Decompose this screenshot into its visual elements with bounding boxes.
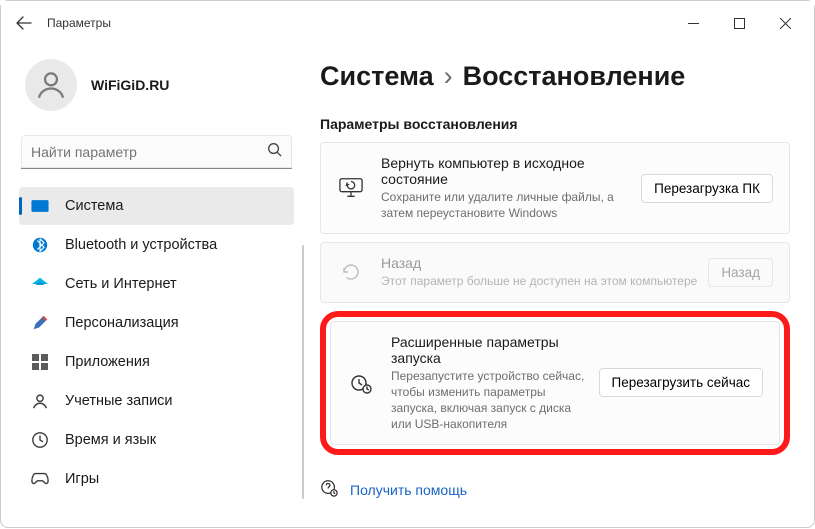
card-desc: Сохраните или удалите личные файлы, а за…	[381, 189, 631, 221]
apps-icon	[29, 351, 51, 373]
personalization-icon	[29, 312, 51, 334]
time-language-icon	[29, 429, 51, 451]
highlight-annotation: Расширенные параметры запуска Перезапуст…	[320, 311, 790, 456]
help-icon	[320, 479, 338, 500]
sidebar: WiFiGiD.RU Система Bluetooth и устройств…	[1, 45, 306, 529]
nav: Система Bluetooth и устройства Сеть и Ин…	[15, 187, 298, 498]
nav-item-accounts[interactable]: Учетные записи	[19, 382, 294, 420]
close-icon	[780, 18, 791, 29]
search-box[interactable]	[21, 135, 292, 169]
nav-label: Приложения	[65, 354, 150, 370]
nav-label: Bluetooth и устройства	[65, 237, 217, 253]
card-title: Назад	[381, 255, 698, 273]
close-button[interactable]	[762, 7, 808, 39]
nav-item-apps[interactable]: Приложения	[19, 343, 294, 381]
nav-item-time-language[interactable]: Время и язык	[19, 421, 294, 459]
main: Система › Восстановление Параметры восст…	[306, 45, 814, 529]
window-title: Параметры	[47, 16, 111, 30]
card-title: Вернуть компьютер в исходное состояние	[381, 155, 631, 189]
person-icon	[34, 68, 68, 102]
nav-item-network[interactable]: Сеть и Интернет	[19, 265, 294, 303]
nav-item-system[interactable]: Система	[19, 187, 294, 225]
nav-item-gaming[interactable]: Игры	[19, 460, 294, 498]
get-help-link[interactable]: Получить помощь	[320, 463, 790, 500]
card-desc: Перезапустите устройство сейчас, чтобы и…	[391, 368, 589, 433]
reset-pc-icon	[337, 174, 365, 202]
nav-item-personalization[interactable]: Персонализация	[19, 304, 294, 342]
profile[interactable]: WiFiGiD.RU	[15, 45, 298, 131]
restart-now-button[interactable]: Перезагрузить сейчас	[599, 368, 763, 397]
sidebar-scrollbar[interactable]	[302, 245, 304, 499]
back-button[interactable]	[7, 6, 41, 40]
arrow-left-icon	[16, 15, 32, 31]
system-icon	[29, 195, 51, 217]
minimize-icon	[688, 18, 699, 29]
nav-label: Игры	[65, 471, 99, 487]
breadcrumb: Система › Восстановление	[320, 45, 790, 116]
go-back-button: Назад	[708, 258, 773, 287]
advanced-startup-icon	[347, 369, 375, 397]
nav-item-bluetooth[interactable]: Bluetooth и устройства	[19, 226, 294, 264]
breadcrumb-parent[interactable]: Система	[320, 61, 434, 92]
network-icon	[29, 273, 51, 295]
titlebar: Параметры	[1, 1, 814, 45]
breadcrumb-current: Восстановление	[463, 61, 686, 92]
maximize-button[interactable]	[716, 7, 762, 39]
card-desc: Этот параметр больше не доступен на этом…	[381, 273, 698, 289]
gaming-icon	[29, 468, 51, 490]
card-go-back: Назад Этот параметр больше не доступен н…	[320, 242, 790, 302]
nav-label: Сеть и Интернет	[65, 276, 177, 292]
chevron-right-icon: ›	[444, 61, 453, 92]
go-back-icon	[337, 258, 365, 286]
card-reset-pc[interactable]: Вернуть компьютер в исходное состояние С…	[320, 142, 790, 234]
reset-pc-button[interactable]: Перезагрузка ПК	[641, 174, 773, 203]
card-advanced-startup[interactable]: Расширенные параметры запуска Перезапуст…	[330, 321, 780, 446]
maximize-icon	[734, 18, 745, 29]
search-icon	[267, 142, 282, 162]
nav-label: Система	[65, 198, 123, 214]
card-title: Расширенные параметры запуска	[391, 334, 589, 368]
bluetooth-icon	[29, 234, 51, 256]
nav-label: Учетные записи	[65, 393, 173, 409]
profile-name: WiFiGiD.RU	[91, 77, 169, 93]
accounts-icon	[29, 390, 51, 412]
nav-label: Персонализация	[65, 315, 179, 331]
search-input[interactable]	[21, 135, 292, 169]
section-title: Параметры восстановления	[320, 116, 790, 142]
minimize-button[interactable]	[670, 7, 716, 39]
nav-label: Время и язык	[65, 432, 156, 448]
help-label: Получить помощь	[350, 482, 467, 498]
avatar	[25, 59, 77, 111]
